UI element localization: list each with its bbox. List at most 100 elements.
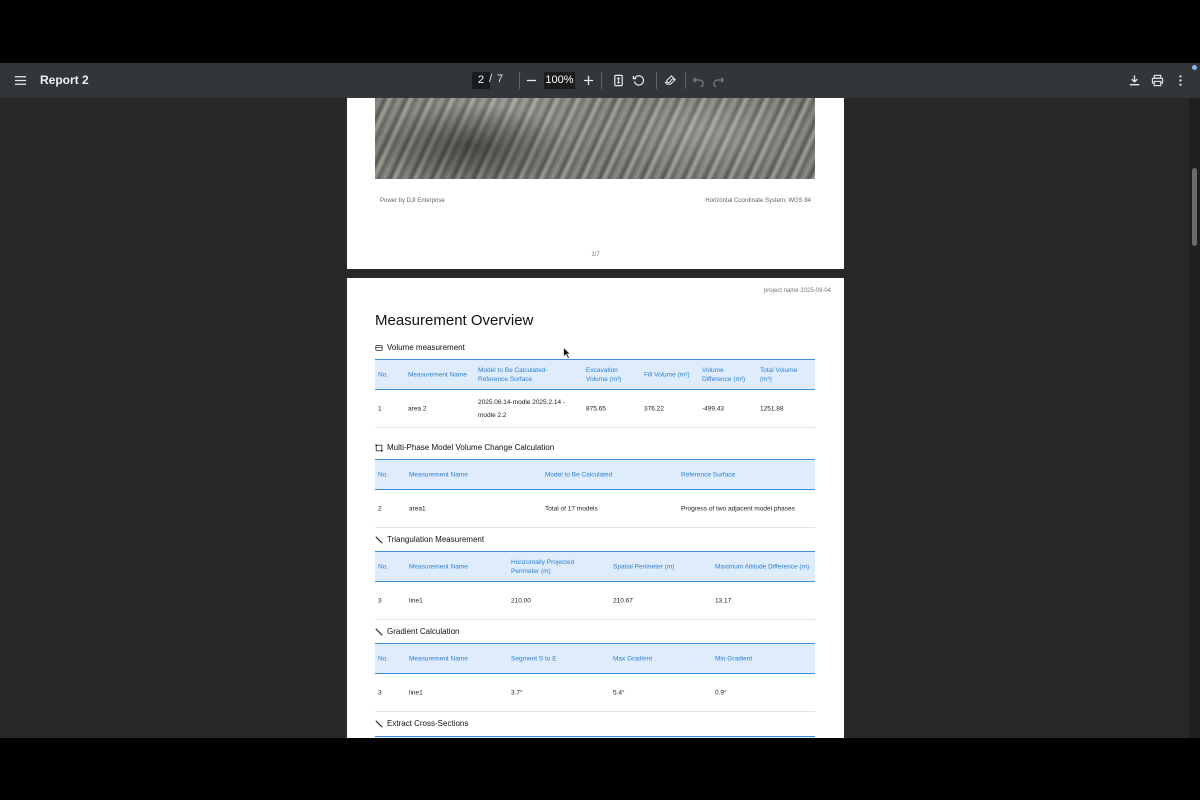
table-header-cell: Measurement Name [408,371,467,378]
multi-phase-icon [375,443,383,452]
table-cell: line1 [409,689,423,696]
table-cell: 1251.88 [760,405,784,412]
table-header-cell: Measurement Name [409,563,468,570]
table-header-cell: Fill Volume (m³) [644,371,690,378]
table-cell: line1 [409,597,423,604]
undo-icon[interactable] [688,70,708,90]
pdf-toolbar: Report 2 2 / 7 100% [0,63,1200,98]
letterbox-bottom [0,738,1200,800]
section-title-text: Extract Cross-Sections [387,719,469,728]
section-title-text: Triangulation Measurement [387,535,485,544]
section-multi-phase: Multi-Phase Model Volume Change Calculat… [375,443,554,452]
table-cell: 376.22 [644,405,664,412]
table-cell: Total of 17 models [545,505,598,512]
zoom-in-icon[interactable] [578,70,598,90]
section-gradient: Gradient Calculation [375,627,459,636]
section-volume-measurement: Volume measurement [375,343,465,352]
table-header-cell: Excavation Volume (m³) [586,366,622,383]
menu-icon[interactable] [10,70,30,90]
document-title: Report 2 [40,73,89,87]
total-pages: 7 [497,73,504,85]
page-separator: / [489,73,493,85]
table-row: 1 area 2 2025.06.14-modle 2025.2.14 -mod… [375,390,815,428]
scrollbar-thumb[interactable] [1192,168,1197,246]
table-cell: 3.7° [511,689,523,696]
triangulation-table: No. Measurement Name Horizontally Projec… [375,551,815,620]
section-triangulation: Triangulation Measurement [375,535,484,544]
table-cell: 2 [378,505,382,512]
page-title: Measurement Overview [375,312,534,329]
aerial-map-image [375,97,815,179]
toolbar-divider [519,72,520,89]
table-header-cell: Max Gradient [613,655,653,662]
table-header-cell: Reference Surface [681,471,736,478]
table-cell: 210.00 [511,597,531,604]
section-title-text: Gradient Calculation [387,627,460,636]
table-header-cell: Horizontally Projected Perimeter (m) [511,558,575,575]
table-header-cell: No. [378,371,389,378]
table-cell: 2025.06.14-modle 2025.2.14 -modle 2.2 [478,398,566,419]
more-options-icon[interactable] [1170,70,1190,90]
table-cell: Progress of two adjacent model phases [681,505,795,512]
page-footer-coordinate-system: Horizontal Coordinate System: WGS 84 [705,198,811,204]
volume-icon [375,344,383,351]
letterbox-top [0,0,1200,63]
pdf-viewer: Report 2 2 / 7 100% Power by DJI Enterpr… [0,63,1200,738]
page-number-input[interactable]: 2 [472,72,490,89]
gradient-table: No. Measurement Name Segment S to E Max … [375,643,815,712]
table-row: 3 line1 3.7° 5.4° 0.9° [375,674,815,712]
table-header: No. Measurement Name Segment S to E Max … [375,643,815,674]
pdf-page-2: project name 2025-09-04 Measurement Over… [347,278,844,738]
page-header-project: project name 2025-09-04 [763,288,831,294]
table-header-cell: Total Volume (m³) [760,366,798,383]
table-cell: 13.17 [715,597,732,604]
table-row: 2 area1 Total of 17 models Progress of t… [375,490,815,528]
table-header-cell: Min Gradient [715,655,753,662]
toolbar-divider [601,72,602,89]
rotate-icon[interactable] [628,70,648,90]
table-header-cell: Volume Difference (m³) [702,366,746,383]
mouse-cursor-icon [563,347,571,359]
table-cell: 875.65 [586,405,606,412]
table-header-cell: Maximum Altitude Difference (m) [715,563,810,570]
table-cell: 1 [378,405,382,412]
table-header-cell: No. [378,563,389,570]
table-cell: 5.4° [613,689,625,696]
line-measure-icon [375,627,383,636]
table-header-cell: No. [378,471,389,478]
toolbar-divider [656,72,657,89]
table-header: No. Measurement Name Horizontally Projec… [375,551,815,582]
zoom-out-icon[interactable] [521,70,541,90]
table-header-cell: Model to Be Calculated [545,471,613,478]
table-cell: 210.67 [613,597,633,604]
pdf-page-1: Power by DJI Enterprise Horizontal Coord… [347,97,844,269]
vertical-scrollbar[interactable] [1189,98,1200,738]
table-header-cell: Model to Be Calculated-Reference Surface [478,366,548,383]
table-header-cell: Spatial Perimeter (m) [613,563,675,570]
multi-phase-table: No. Measurement Name Model to Be Calcula… [375,459,815,528]
toolbar-divider [685,72,686,89]
annotate-icon[interactable] [660,70,680,90]
section-title-text: Multi-Phase Model Volume Change Calculat… [387,443,555,452]
section-cross-sections: Extract Cross-Sections [375,719,468,728]
line-measure-icon [375,535,383,544]
table-cell: 0.9° [715,689,727,696]
table-header: No. Measurement Name Model to Be Calcula… [375,459,815,490]
table-cell: 3 [378,597,382,604]
line-measure-icon [375,719,383,728]
zoom-level-input[interactable]: 100% [544,72,575,89]
redo-icon[interactable] [708,70,728,90]
table-cell: 3 [378,689,382,696]
fit-page-icon[interactable] [608,70,628,90]
section-title-text: Volume measurement [387,343,465,352]
download-icon[interactable] [1124,70,1144,90]
table-cell: area 2 [408,405,427,412]
print-icon[interactable] [1147,70,1167,90]
volume-table: No. Measurement Name Model to Be Calcula… [375,359,815,428]
table-header-cell: Measurement Name [409,471,468,478]
table-header-cell: No. [378,655,389,662]
table-cell: area1 [409,505,426,512]
table-row: 3 line1 210.00 210.67 13.17 [375,582,815,620]
table-header: No. Measurement Name Model to Be Calcula… [375,359,815,390]
table-header-cell: Measurement Name [409,655,468,662]
